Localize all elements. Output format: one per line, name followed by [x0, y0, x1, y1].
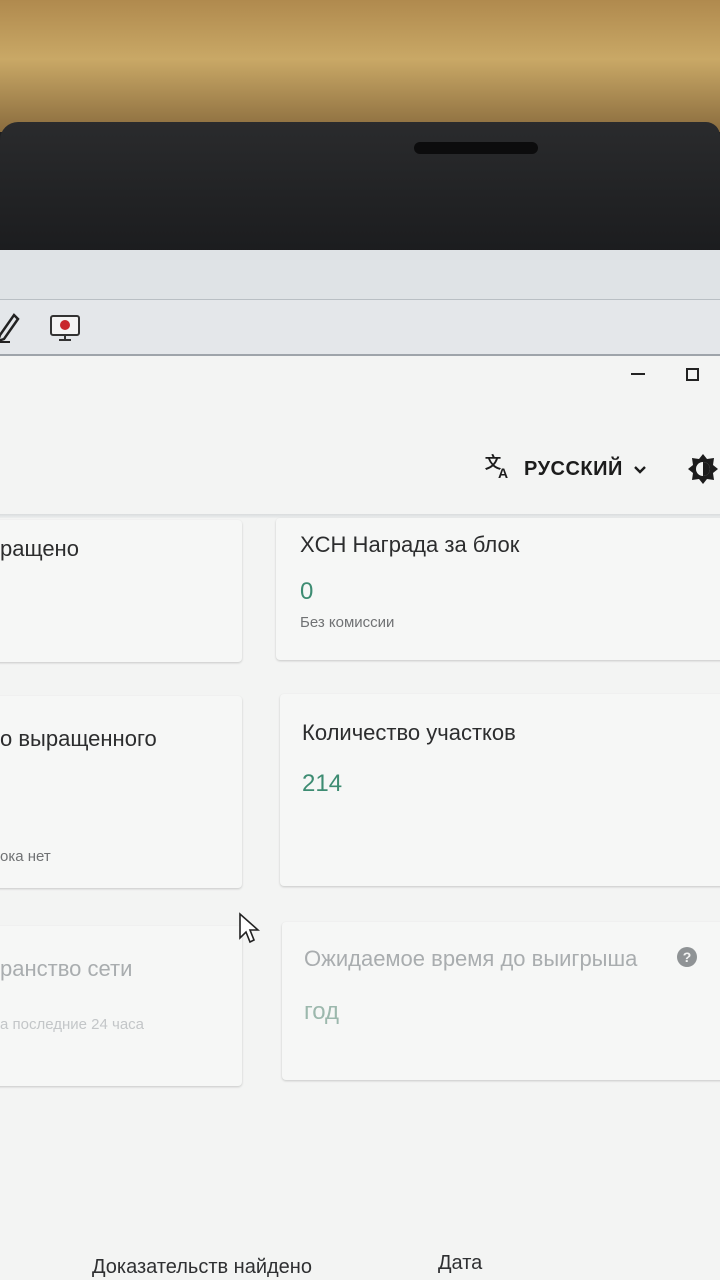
- card-netspace: ранство сети а последние 24 часа: [0, 926, 242, 1086]
- language-label: РУССКИЙ: [524, 457, 623, 480]
- window-controls: [610, 356, 720, 392]
- card-time-to-win: Ожидаемое время до выигрыша ? год: [282, 922, 720, 1080]
- card-block-reward-subtitle: Без комиссии: [300, 614, 395, 631]
- card-netspace-subtitle: а последние 24 часа: [0, 1016, 145, 1033]
- svg-text:?: ?: [683, 949, 692, 965]
- card-grown-title: ращено: [0, 536, 79, 561]
- card-netspace-title: ранство сети: [0, 956, 133, 981]
- svg-text:A: A: [498, 465, 509, 479]
- card-grown: ращено: [0, 520, 242, 662]
- maximize-button[interactable]: [686, 367, 700, 381]
- card-last-grown: о выращенного ока нет: [0, 696, 242, 888]
- help-icon[interactable]: ?: [676, 946, 698, 973]
- table-header: Доказательств найдено Дата: [0, 1250, 720, 1280]
- card-last-grown-subtitle: ока нет: [0, 848, 51, 865]
- app-header: 文 A РУССКИЙ: [0, 446, 720, 492]
- os-top-strip: [0, 250, 720, 300]
- card-block-reward-value: 0: [300, 578, 314, 605]
- translate-icon: 文 A: [484, 453, 514, 485]
- background-desk: [0, 0, 720, 132]
- laptop-bezel: [0, 122, 720, 256]
- pen-icon[interactable]: [0, 312, 26, 344]
- card-plot-count: Количество участков 214: [280, 694, 720, 886]
- card-last-grown-title: о выращенного: [0, 726, 157, 751]
- card-time-to-win-value: год: [304, 998, 340, 1025]
- mouse-cursor-icon: [238, 912, 261, 951]
- card-plot-count-value: 214: [302, 770, 343, 797]
- col-date[interactable]: Дата: [438, 1252, 482, 1275]
- card-time-to-win-title: Ожидаемое время до выигрыша: [304, 946, 638, 971]
- col-proofs-found[interactable]: Доказательств найдено: [92, 1256, 312, 1279]
- card-plot-count-title: Количество участков: [302, 720, 516, 745]
- screen: 文 A РУССКИЙ ращено XCH Награда за блок 0…: [0, 250, 720, 1280]
- theme-toggle-icon[interactable]: [686, 452, 720, 486]
- taskbar: [0, 300, 720, 356]
- card-block-reward-title: XCH Награда за блок: [300, 532, 520, 557]
- camera-slot: [414, 142, 538, 154]
- card-block-reward: XCH Награда за блок 0 Без комиссии: [276, 518, 720, 660]
- language-selector[interactable]: 文 A РУССКИЙ: [484, 450, 647, 488]
- minimize-button[interactable]: [630, 373, 645, 375]
- screen-record-icon[interactable]: [48, 312, 82, 344]
- chevron-down-icon: [633, 458, 647, 481]
